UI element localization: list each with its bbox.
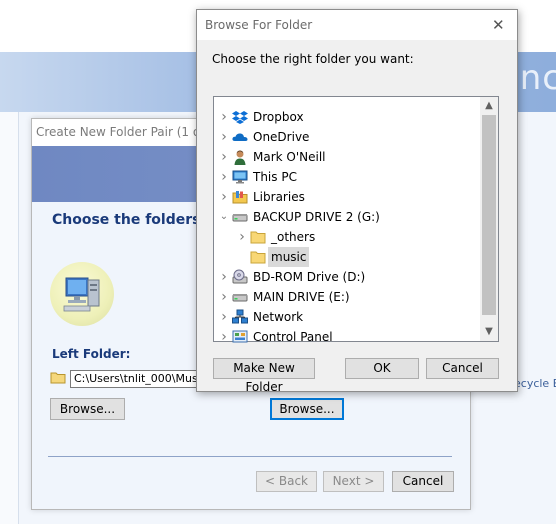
folder-icon xyxy=(250,229,266,245)
background-banner-text: nc xyxy=(519,58,556,98)
onedrive-icon xyxy=(232,129,248,145)
ok-button[interactable]: OK xyxy=(345,358,419,379)
recycle-bin-link[interactable]: ecycle B xyxy=(514,377,556,390)
left-folder-path-input[interactable]: C:\Users\tnlit_000\Music\B xyxy=(70,370,200,388)
computer-illustration-icon xyxy=(50,262,114,326)
tree-item-label: BACKUP DRIVE 2 (G:) xyxy=(253,210,380,224)
tree-item[interactable]: ⌄ BACKUP DRIVE 2 (G:) xyxy=(214,207,480,227)
tree-item-label: music xyxy=(268,247,310,267)
browse-for-folder-dialog: Browse For Folder ✕ Choose the right fol… xyxy=(196,9,518,394)
chevron-right-icon[interactable]: › xyxy=(218,267,230,287)
chevron-right-icon[interactable]: › xyxy=(236,227,248,247)
browse-cancel-button[interactable]: Cancel xyxy=(426,358,499,379)
background-left-strip xyxy=(0,112,18,524)
close-icon[interactable]: ✕ xyxy=(492,16,505,34)
drive-icon xyxy=(232,209,248,225)
chevron-right-icon[interactable]: › xyxy=(218,127,230,147)
tree-scrollbar-thumb[interactable] xyxy=(482,115,496,315)
browse-right-button[interactable]: Browse... xyxy=(270,398,344,420)
tree-item[interactable]: › BD-ROM Drive (D:) xyxy=(214,267,480,287)
folder-icon xyxy=(50,370,66,384)
next-button[interactable]: Next > xyxy=(323,471,384,492)
folder-tree[interactable]: › Dropbox › OneDrive › Mark O'Neill › This PC › L… xyxy=(213,96,499,345)
computer-icon xyxy=(232,169,248,185)
tree-item-label: Network xyxy=(253,310,304,324)
tree-item-label: _others xyxy=(271,230,316,244)
tree-item-label: Dropbox xyxy=(253,110,304,124)
wizard-cancel-button[interactable]: Cancel xyxy=(392,471,454,492)
back-button[interactable]: < Back xyxy=(256,471,317,492)
folder-icon xyxy=(250,249,266,265)
chevron-right-icon[interactable]: › xyxy=(218,287,230,307)
wizard-separator xyxy=(48,456,452,457)
tree-item-label: Control Panel xyxy=(253,330,333,344)
tree-item-label: MAIN DRIVE (E:) xyxy=(253,290,350,304)
chevron-right-icon[interactable]: › xyxy=(218,187,230,207)
tree-item[interactable]: › _others xyxy=(214,227,480,247)
user-icon xyxy=(232,149,248,165)
tree-item[interactable]: › Mark O'Neill xyxy=(214,147,480,167)
chevron-right-icon[interactable]: › xyxy=(218,327,230,347)
drive-icon xyxy=(232,289,248,305)
tree-item[interactable]: › Network xyxy=(214,307,480,327)
browse-dialog-titlebar: Browse For Folder ✕ xyxy=(197,10,517,40)
make-new-folder-button[interactable]: Make New Folder xyxy=(213,358,315,394)
scroll-up-icon[interactable]: ▲ xyxy=(480,97,498,115)
left-folder-label: Left Folder: xyxy=(52,347,131,361)
network-icon xyxy=(232,309,248,325)
tree-item[interactable]: › This PC xyxy=(214,167,480,187)
tree-item-label: This PC xyxy=(253,170,297,184)
tree-item-label: Libraries xyxy=(253,190,305,204)
control-panel-icon xyxy=(232,329,248,345)
chevron-right-icon[interactable]: › xyxy=(218,307,230,327)
browse-left-button[interactable]: Browse... xyxy=(50,398,125,420)
chevron-right-icon[interactable]: › xyxy=(218,147,230,167)
tree-item[interactable]: › OneDrive xyxy=(214,127,480,147)
tree-item-label: BD-ROM Drive (D:) xyxy=(253,270,366,284)
tree-item[interactable]: › Libraries xyxy=(214,187,480,207)
tree-item[interactable]: › Control Panel xyxy=(214,327,480,347)
chevron-right-icon[interactable]: › xyxy=(218,167,230,187)
scroll-down-icon[interactable]: ▼ xyxy=(480,323,498,341)
browse-dialog-title: Browse For Folder xyxy=(205,18,313,32)
browse-dialog-prompt: Choose the right folder you want: xyxy=(212,52,414,66)
chevron-right-icon[interactable]: › xyxy=(218,107,230,127)
dropbox-icon xyxy=(232,109,248,125)
tree-item[interactable]: › MAIN DRIVE (E:) xyxy=(214,287,480,307)
tree-item-label: Mark O'Neill xyxy=(253,150,326,164)
tree-item[interactable]: music xyxy=(214,247,480,267)
tree-item[interactable]: › Dropbox xyxy=(214,107,480,127)
disc-drive-icon xyxy=(232,269,248,285)
libraries-icon xyxy=(232,189,248,205)
tree-item-label: OneDrive xyxy=(253,130,310,144)
chevron-down-icon[interactable]: ⌄ xyxy=(218,207,230,227)
